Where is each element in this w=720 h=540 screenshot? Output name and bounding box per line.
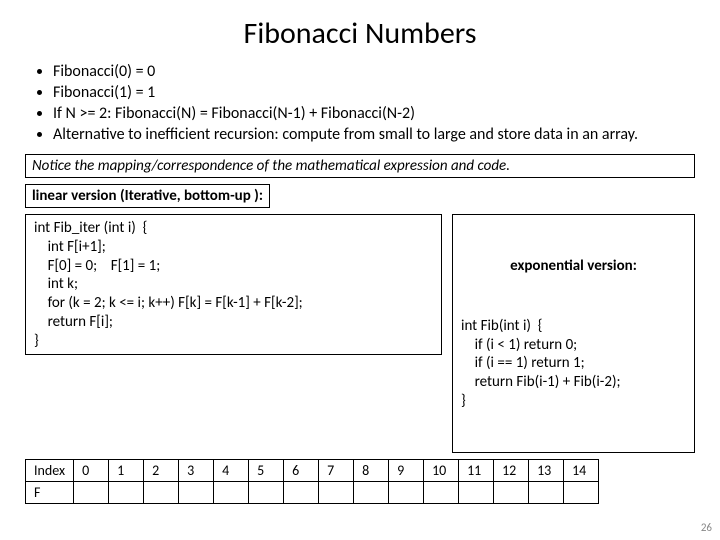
bullet-item: Fibonacci(1) = 1 bbox=[53, 83, 695, 102]
table-cell: 7 bbox=[319, 460, 354, 482]
row-label-index: Index bbox=[26, 460, 74, 482]
code-exp-box: exponential version: int Fib(int i) { if… bbox=[452, 214, 695, 453]
row-label-f: F bbox=[26, 482, 74, 504]
exp-heading: exponential version: bbox=[461, 257, 686, 276]
table-cell bbox=[179, 482, 214, 504]
table-cell: 3 bbox=[179, 460, 214, 482]
table-cell: 10 bbox=[424, 460, 459, 482]
slide-title: Fibonacci Numbers bbox=[25, 15, 695, 52]
code-exp: int Fib(int i) { if (i < 1) return 0; if… bbox=[461, 317, 686, 411]
code-linear: int Fib_iter (int i) { int F[i+1]; F[0] … bbox=[25, 214, 442, 355]
bullet-item: Alternative to inefficient recursion: co… bbox=[53, 125, 695, 144]
bullet-item: Fibonacci(0) = 0 bbox=[53, 62, 695, 81]
linear-heading-pre: linear bbox=[32, 187, 71, 205]
table-cell: 1 bbox=[109, 460, 144, 482]
bullet-item: If N >= 2: Fibonacci(N) = Fibonacci(N-1)… bbox=[53, 104, 695, 123]
table-cell: 14 bbox=[564, 460, 599, 482]
table-cell bbox=[214, 482, 249, 504]
linear-heading-bold: version (Iterative, bottom-up ): bbox=[71, 187, 263, 205]
table-cell: 13 bbox=[529, 460, 564, 482]
table-cell: 6 bbox=[284, 460, 319, 482]
table-cell: 5 bbox=[249, 460, 284, 482]
table-row: Index 0 1 2 3 4 5 6 7 8 9 10 11 12 13 14 bbox=[26, 460, 599, 482]
table-cell bbox=[249, 482, 284, 504]
table-cell: 0 bbox=[74, 460, 109, 482]
table-cell: 4 bbox=[214, 460, 249, 482]
table-cell: 8 bbox=[354, 460, 389, 482]
table-cell: 12 bbox=[494, 460, 529, 482]
table-cell bbox=[74, 482, 109, 504]
linear-heading-box: linear version (Iterative, bottom-up ): bbox=[25, 184, 270, 208]
table-cell bbox=[319, 482, 354, 504]
table-cell bbox=[494, 482, 529, 504]
table-cell bbox=[284, 482, 319, 504]
table-cell: 11 bbox=[459, 460, 494, 482]
table-cell: 9 bbox=[389, 460, 424, 482]
table-cell bbox=[109, 482, 144, 504]
table-cell bbox=[459, 482, 494, 504]
table-row: F bbox=[26, 482, 599, 504]
notice-box: Notice the mapping/correspondence of the… bbox=[25, 154, 695, 178]
table-cell bbox=[424, 482, 459, 504]
table-cell bbox=[564, 482, 599, 504]
table-cell bbox=[144, 482, 179, 504]
bullet-list: Fibonacci(0) = 0 Fibonacci(1) = 1 If N >… bbox=[25, 62, 695, 144]
slide-number: 26 bbox=[701, 521, 712, 534]
index-table: Index 0 1 2 3 4 5 6 7 8 9 10 11 12 13 14… bbox=[25, 459, 599, 504]
table-cell: 2 bbox=[144, 460, 179, 482]
table-cell bbox=[529, 482, 564, 504]
table-cell bbox=[389, 482, 424, 504]
table-cell bbox=[354, 482, 389, 504]
